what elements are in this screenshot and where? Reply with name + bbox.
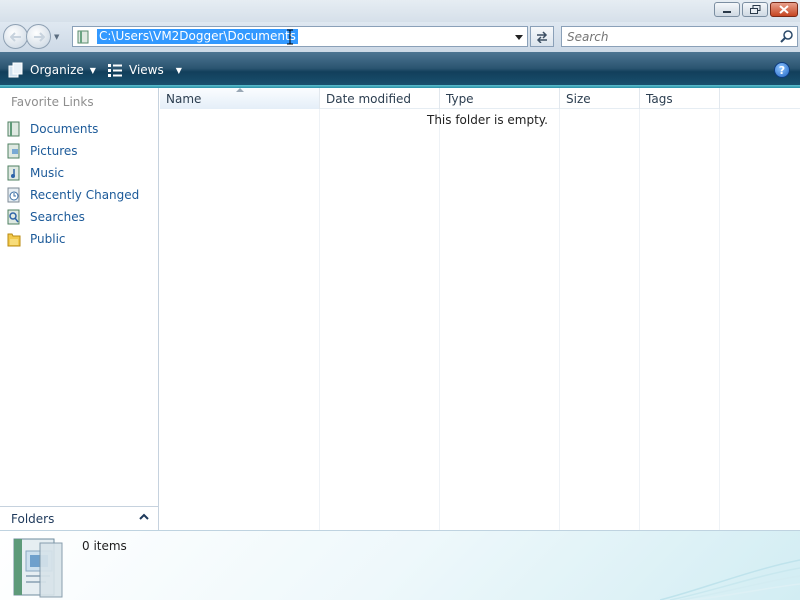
chevron-down-icon [515, 34, 523, 40]
close-icon [779, 5, 789, 14]
column-header-name[interactable]: Name [160, 88, 320, 109]
organize-button[interactable]: Organize ▼ [8, 61, 96, 79]
command-toolbar: Organize ▼ Views ▼ ? [0, 52, 800, 88]
address-bar[interactable]: C:\Users\VM2Dogger\Documents [72, 26, 528, 47]
back-arrow-icon [9, 31, 21, 42]
recently-changed-icon [6, 187, 22, 203]
favorite-links-heading: Favorite Links [11, 95, 94, 109]
folders-toggle[interactable]: Folders [0, 506, 158, 530]
organize-label: Organize [30, 63, 84, 77]
column-divider [639, 109, 640, 530]
refresh-icon [536, 30, 548, 43]
chevron-up-icon [139, 513, 149, 520]
views-label: Views [129, 63, 164, 77]
nav-link-label: Recently Changed [30, 188, 140, 202]
empty-folder-message: This folder is empty. [427, 113, 548, 127]
forward-button[interactable] [26, 24, 51, 49]
nav-link-public[interactable]: Public [6, 228, 139, 250]
window-controls [714, 2, 798, 17]
chevron-down-icon: ▼ [89, 65, 96, 75]
column-header-size[interactable]: Size [560, 88, 640, 109]
column-label: Type [446, 91, 474, 106]
navigation-buttons: ▼ [3, 24, 59, 49]
recent-pages-dropdown-icon[interactable]: ▼ [54, 33, 59, 41]
column-label: Date modified [326, 91, 412, 106]
music-icon [6, 165, 22, 181]
column-divider [319, 109, 320, 530]
help-button[interactable]: ? [774, 62, 790, 78]
nav-link-searches[interactable]: Searches [6, 206, 139, 228]
folders-label: Folders [11, 511, 55, 526]
nav-link-label: Pictures [30, 144, 78, 158]
nav-link-label: Searches [30, 210, 85, 224]
search-box[interactable] [561, 26, 798, 47]
restore-button[interactable] [742, 2, 768, 17]
refresh-button[interactable] [530, 26, 554, 47]
column-header-date-modified[interactable]: Date modified [320, 88, 440, 109]
searches-icon [6, 209, 22, 225]
favorite-links-list: Documents Pictures Music Recently Change… [6, 118, 139, 250]
nav-link-label: Public [30, 232, 66, 246]
pictures-icon [6, 143, 22, 159]
forward-arrow-icon [33, 31, 45, 42]
nav-link-pictures[interactable]: Pictures [6, 140, 139, 162]
views-button[interactable]: Views ▼ [107, 61, 182, 79]
decorative-swoosh [660, 559, 800, 600]
public-folder-icon [6, 231, 22, 247]
column-label: Name [166, 91, 202, 106]
column-label: Size [566, 91, 591, 106]
text-cursor-icon [287, 29, 293, 45]
search-icon[interactable] [780, 30, 793, 43]
restore-icon [749, 5, 760, 14]
item-count: 0 items [82, 539, 127, 553]
chevron-down-icon: ▼ [175, 65, 182, 75]
close-button[interactable] [770, 2, 798, 17]
column-label: Tags [646, 91, 673, 106]
nav-link-recently-changed[interactable]: Recently Changed [6, 184, 139, 206]
column-divider [439, 109, 440, 530]
column-divider [719, 109, 720, 530]
documents-icon [77, 30, 89, 43]
sort-ascending-icon [236, 88, 244, 92]
navigation-pane: Favorite Links Documents Pictures Music … [0, 88, 159, 530]
nav-link-label: Documents [30, 122, 99, 136]
details-pane: 0 items [0, 530, 800, 600]
views-icon [108, 64, 122, 77]
nav-link-documents[interactable]: Documents [6, 118, 139, 140]
documents-icon [6, 121, 22, 137]
back-button[interactable] [3, 24, 28, 49]
column-header-type[interactable]: Type [440, 88, 560, 109]
nav-link-label: Music [30, 166, 65, 180]
column-header-tags[interactable]: Tags [640, 88, 720, 109]
minimize-icon [723, 10, 731, 13]
address-path[interactable]: C:\Users\VM2Dogger\Documents [97, 29, 298, 44]
address-row: ▼ C:\Users\VM2Dogger\Documents [0, 22, 800, 52]
search-input[interactable] [562, 29, 762, 44]
column-divider [559, 109, 560, 530]
documents-folder-icon [13, 538, 63, 598]
minimize-button[interactable] [714, 2, 740, 17]
file-list: Name Date modified Type Size Tags This f… [160, 88, 800, 530]
column-headers: Name Date modified Type Size Tags [160, 88, 800, 109]
title-bar [0, 0, 800, 22]
nav-link-music[interactable]: Music [6, 162, 139, 184]
organize-icon [8, 62, 23, 78]
address-dropdown-button[interactable] [513, 30, 525, 44]
